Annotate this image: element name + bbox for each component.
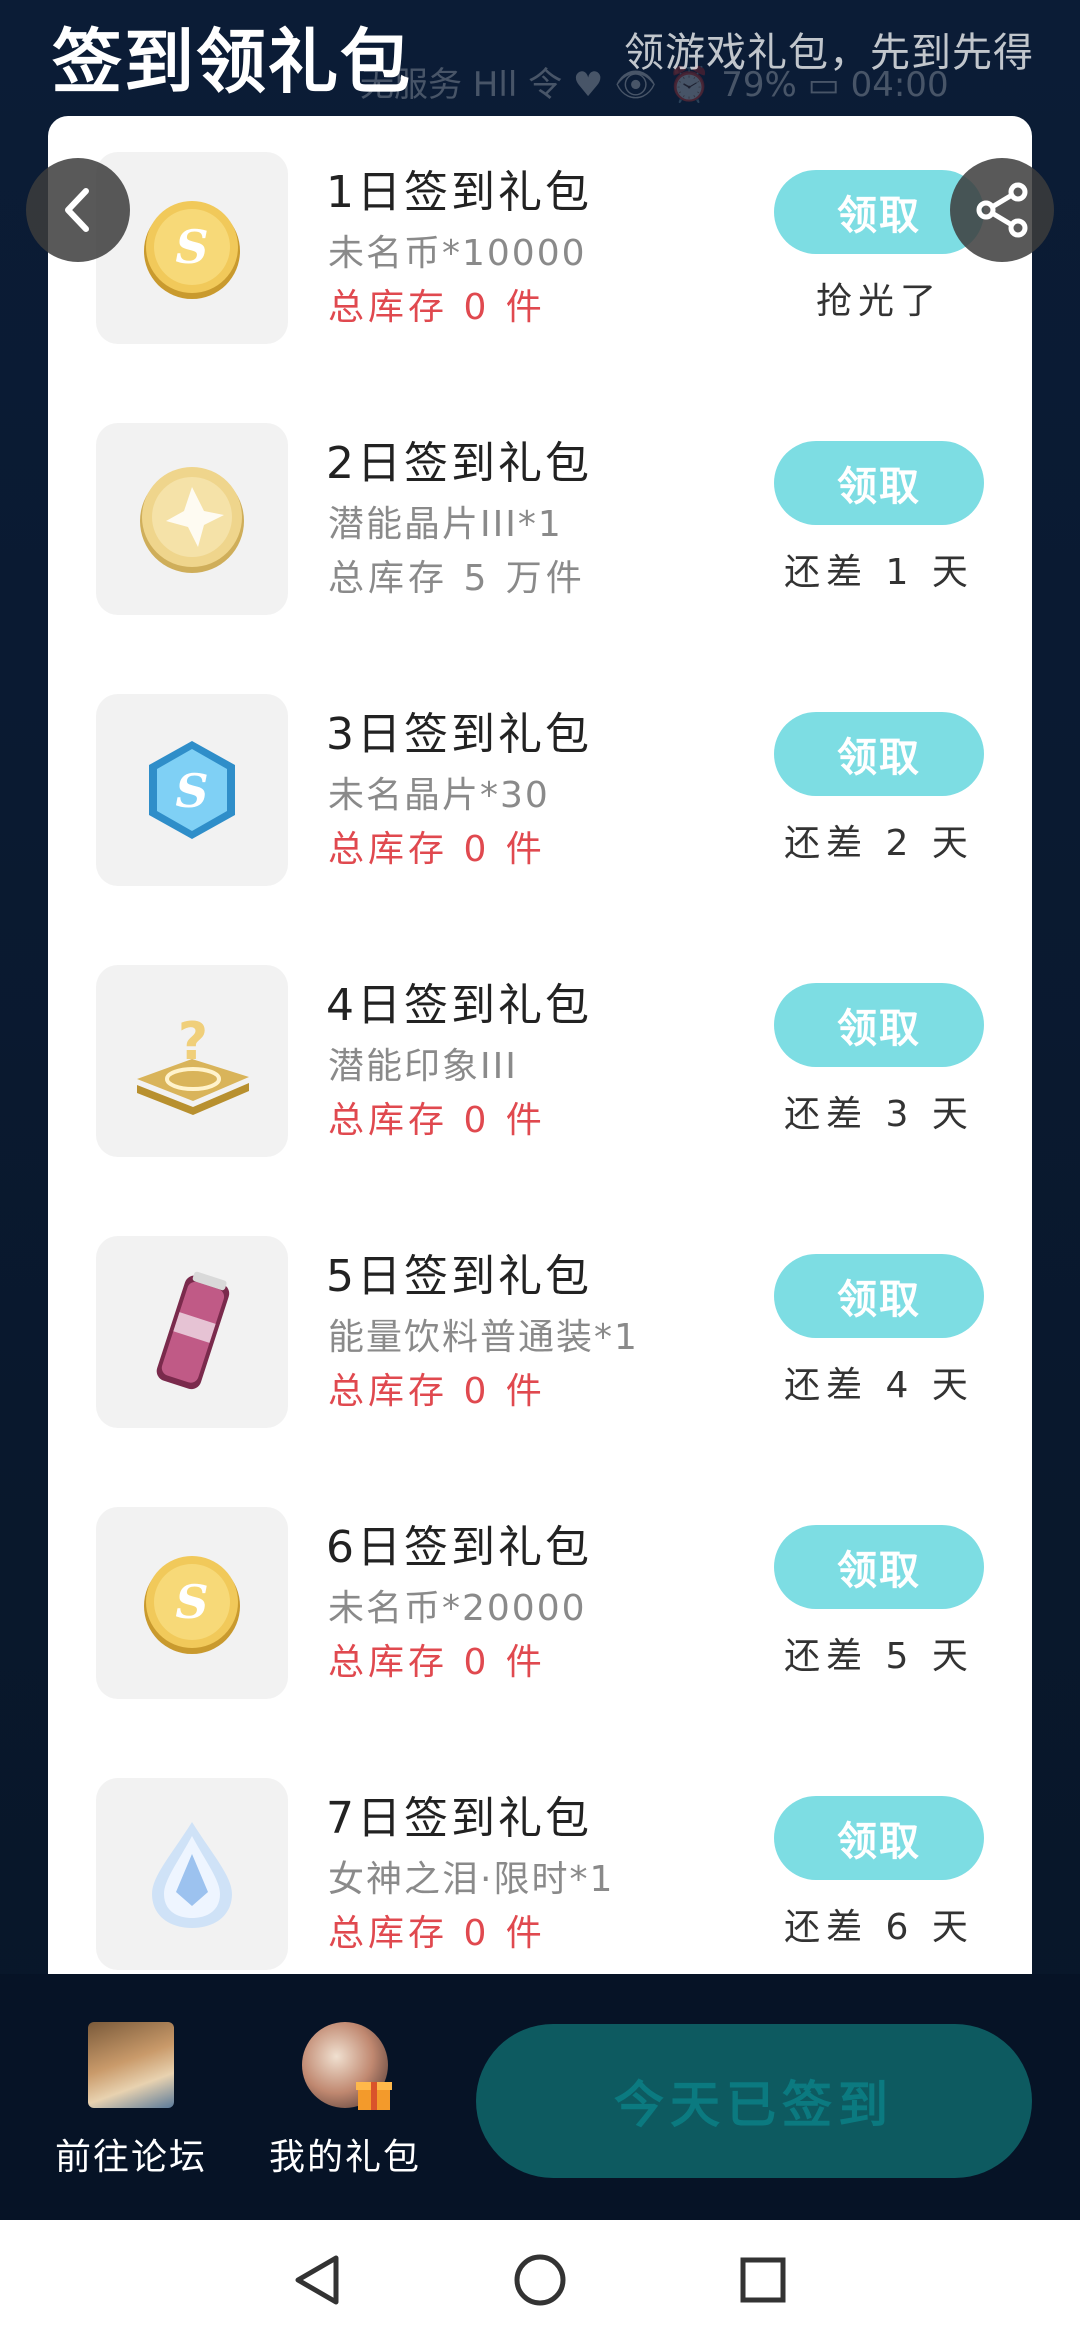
tear-crystal-icon — [152, 1822, 232, 1928]
bottom-bar: 前往论坛 我的礼包 今天已签到 — [0, 1974, 1080, 2220]
claim-status: 还差 6 天 — [784, 1907, 974, 1948]
reward-thumb: S — [96, 152, 288, 344]
reward-title: 5日签到礼包 — [326, 1251, 592, 1302]
reward-row: S 3日签到礼包 未名晶片*30 总库存 0 件 领取 还差 2 天 — [48, 658, 1032, 929]
signed-in-button[interactable]: 今天已签到 — [476, 2024, 1032, 2178]
reward-desc: 女神之泪·限时*1 — [328, 1859, 615, 1900]
energy-drink-icon — [156, 1271, 230, 1390]
reward-thumb — [96, 423, 288, 615]
reward-list[interactable]: S 1日签到礼包 未名币*10000 总库存 0 件 领取 抢光了 2日签到礼包… — [48, 116, 1032, 1974]
gift-icon — [356, 2082, 392, 2110]
claim-button[interactable]: 领取 — [774, 1796, 984, 1880]
reward-stock: 总库存 0 件 — [328, 1642, 546, 1683]
reward-stock: 总库存 0 件 — [328, 1913, 546, 1954]
forum-avatar — [88, 2022, 174, 2108]
claim-button[interactable]: 领取 — [774, 441, 984, 525]
gold-coin-icon: S — [144, 201, 240, 299]
reward-desc: 未名币*20000 — [328, 1588, 587, 1629]
nav-recents-icon[interactable] — [738, 2255, 788, 2305]
my-gifts-link[interactable]: 我的礼包 — [250, 2022, 440, 2180]
gifts-label: 我的礼包 — [268, 2137, 421, 2178]
chevron-left-icon — [65, 188, 89, 232]
reward-desc: 潜能印象III — [328, 1046, 518, 1087]
svg-text:S: S — [175, 1575, 208, 1629]
reward-thumb — [96, 1778, 288, 1970]
claim-button[interactable]: 领取 — [774, 1525, 984, 1609]
page-title: 签到领礼包 — [52, 21, 412, 103]
reward-row: 7日签到礼包 女神之泪·限时*1 总库存 0 件 领取 还差 6 天 — [48, 1742, 1032, 1974]
claim-button[interactable]: 领取 — [774, 983, 984, 1067]
reward-stock: 总库存 5 万件 — [328, 558, 586, 599]
reward-thumb: ? — [96, 965, 288, 1157]
claim-button[interactable]: 领取 — [774, 1254, 984, 1338]
reward-desc: 未名晶片*30 — [328, 775, 550, 816]
claim-status: 还差 1 天 — [784, 552, 974, 593]
reward-title: 1日签到礼包 — [326, 167, 592, 218]
reward-thumb — [96, 1236, 288, 1428]
blue-crystal-icon: S — [149, 741, 235, 839]
mystery-card-icon: ? — [137, 1012, 249, 1115]
reward-title: 7日签到礼包 — [326, 1793, 592, 1844]
reward-stock: 总库存 0 件 — [328, 287, 546, 328]
reward-title: 4日签到礼包 — [326, 980, 592, 1031]
potential-chip-coin-icon — [140, 467, 244, 573]
reward-desc: 潜能晶片III*1 — [328, 504, 563, 545]
claim-status: 抢光了 — [815, 281, 942, 322]
reward-row: S 1日签到礼包 未名币*10000 总库存 0 件 领取 抢光了 — [48, 116, 1032, 387]
reward-title: 2日签到礼包 — [326, 438, 592, 489]
reward-title: 3日签到礼包 — [326, 709, 592, 760]
share-icon — [976, 182, 1028, 238]
reward-desc: 未名币*10000 — [328, 233, 587, 274]
gold-coin-icon: S — [144, 1556, 240, 1654]
svg-text:S: S — [175, 220, 208, 274]
nav-home-icon[interactable] — [512, 2252, 568, 2308]
gifts-avatar — [302, 2022, 392, 2110]
reward-row: S 6日签到礼包 未名币*20000 总库存 0 件 领取 还差 5 天 — [48, 1471, 1032, 1742]
svg-text:?: ? — [178, 1012, 208, 1072]
reward-thumb: S — [96, 1507, 288, 1699]
reward-row: 2日签到礼包 潜能晶片III*1 总库存 5 万件 领取 还差 1 天 — [48, 387, 1032, 658]
reward-stock: 总库存 0 件 — [328, 1100, 546, 1141]
system-nav-bar — [0, 2220, 1080, 2340]
reward-stock: 总库存 0 件 — [328, 1371, 546, 1412]
claim-status: 还差 4 天 — [784, 1365, 974, 1406]
reward-desc: 能量饮料普通装*1 — [328, 1317, 639, 1358]
back-button[interactable] — [26, 158, 130, 262]
reward-thumb: S — [96, 694, 288, 886]
claim-button[interactable]: 领取 — [774, 712, 984, 796]
claim-status: 还差 3 天 — [784, 1094, 974, 1135]
reward-stock: 总库存 0 件 — [328, 829, 546, 870]
share-button[interactable] — [950, 158, 1054, 262]
claim-status: 还差 2 天 — [784, 823, 974, 864]
forum-link[interactable]: 前往论坛 — [36, 2022, 226, 2180]
reward-row: 5日签到礼包 能量饮料普通装*1 总库存 0 件 领取 还差 4 天 — [48, 1200, 1032, 1471]
forum-label: 前往论坛 — [54, 2137, 207, 2178]
svg-text:S: S — [175, 764, 208, 818]
nav-back-icon[interactable] — [292, 2252, 342, 2308]
page-subtitle: 领游戏礼包，先到先得 — [624, 30, 1034, 76]
reward-title: 6日签到礼包 — [326, 1522, 592, 1573]
reward-row: ? 4日签到礼包 潜能印象III 总库存 0 件 领取 还差 3 天 — [48, 929, 1032, 1200]
claim-status: 还差 5 天 — [784, 1636, 974, 1677]
